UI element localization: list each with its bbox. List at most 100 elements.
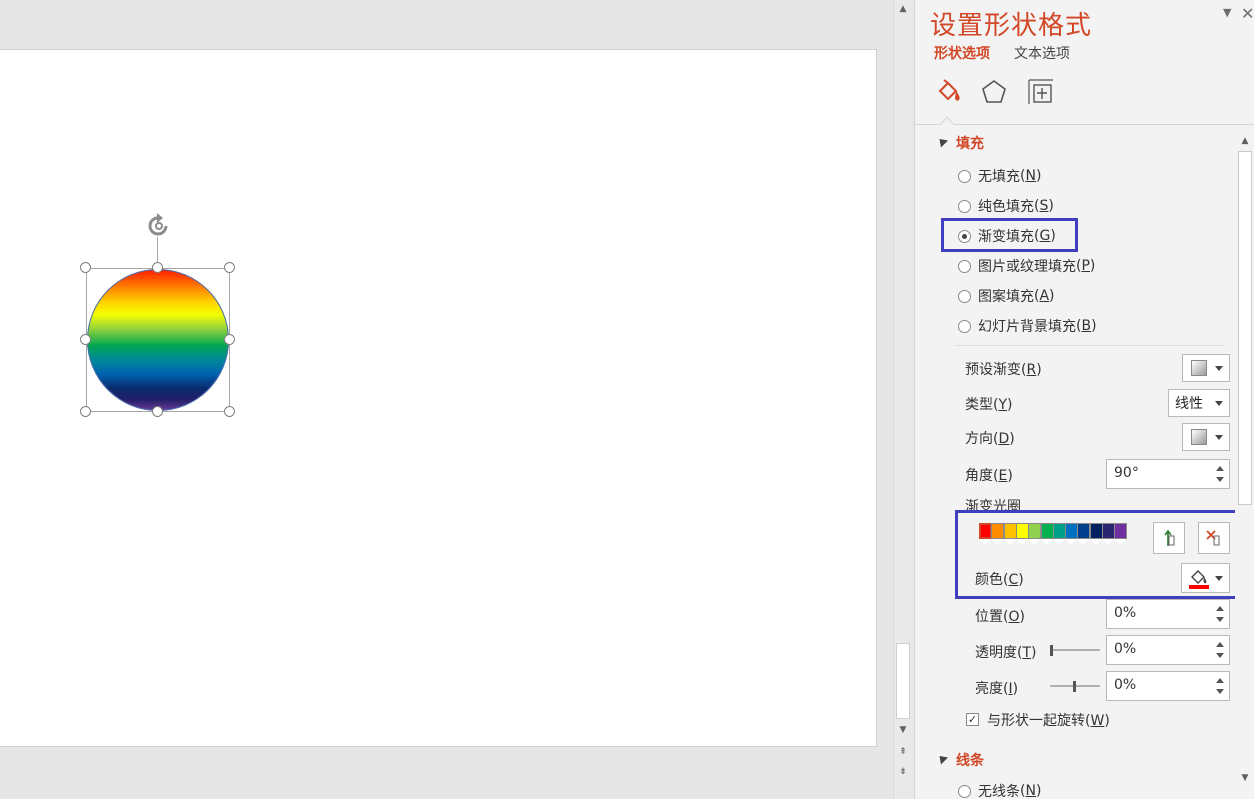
angle-value[interactable]: 90° (1114, 465, 1139, 481)
tab-shape-options[interactable]: 形状选项 (934, 43, 990, 63)
pane-options-icon[interactable]: ▼ (1223, 6, 1231, 19)
radio-button[interactable] (958, 199, 971, 213)
gradient-stop-color (1102, 523, 1115, 539)
gradient-stop-pointer (991, 539, 1004, 545)
spin-up-icon[interactable] (1216, 678, 1224, 683)
position-spinner[interactable]: 0% (1106, 599, 1230, 629)
gradient-stop-8[interactable] (1065, 523, 1079, 545)
transparency-slider-thumb[interactable] (1050, 645, 1053, 656)
pane-scroll-thumb[interactable] (1238, 151, 1252, 505)
resize-handle-right[interactable] (224, 334, 235, 345)
paint-bucket-icon (1189, 570, 1209, 589)
close-icon[interactable]: ✕ (1241, 4, 1254, 23)
gradient-stop-11[interactable] (1102, 523, 1115, 545)
gradient-stop-5[interactable] (1028, 523, 1042, 545)
color-label: 颜色(C) (975, 572, 1024, 588)
gradient-stop-pointer (1003, 539, 1016, 545)
gradient-stop-pointer (1077, 539, 1090, 545)
fill-section-title[interactable]: 填充 (956, 133, 984, 153)
gradient-stop-2[interactable] (991, 523, 1005, 545)
resize-handle-top-right[interactable] (224, 262, 235, 273)
gradient-stop-color (979, 523, 992, 539)
gradient-stop-12[interactable] (1114, 523, 1128, 545)
spin-down-icon[interactable] (1216, 689, 1224, 694)
slide-vertical-scrollbar[interactable]: ▲ ▼ ⇞ ⇟ (893, 0, 913, 799)
gradient-fill-highlight (941, 218, 1078, 252)
gradient-stop-7[interactable] (1052, 523, 1066, 545)
gradient-stop-4[interactable] (1015, 523, 1029, 545)
radio-solid-fill[interactable]: 纯色填充(S) (958, 196, 1054, 216)
gradient-stop-3[interactable] (1003, 523, 1017, 545)
chevron-down-icon (1215, 575, 1223, 581)
resize-handle-left[interactable] (80, 334, 91, 345)
line-collapse-icon[interactable] (935, 752, 949, 765)
radio-button[interactable] (958, 169, 971, 183)
gradient-stop-color (1015, 523, 1029, 539)
brightness-value[interactable]: 0% (1114, 677, 1136, 693)
transparency-value[interactable]: 0% (1114, 641, 1136, 657)
gradient-stop-10[interactable] (1089, 523, 1103, 545)
scroll-thumb[interactable] (896, 643, 910, 719)
gradient-stop-1[interactable] (979, 523, 992, 545)
resize-handle-bottom-right[interactable] (224, 406, 235, 417)
scroll-up-icon[interactable]: ▲ (896, 2, 910, 16)
brightness-label: 亮度(I) (975, 681, 1019, 697)
resize-handle-top[interactable] (152, 262, 163, 273)
color-dropdown[interactable] (1181, 563, 1230, 593)
spin-down-icon[interactable] (1216, 617, 1224, 622)
add-gradient-stop-button[interactable] (1153, 522, 1185, 554)
radio-pattern-fill[interactable]: 图案填充(A) (958, 286, 1055, 306)
spin-up-icon[interactable] (1216, 466, 1224, 471)
angle-label: 角度(E) (965, 468, 1013, 484)
pane-scrollbar[interactable]: ▲ ▼ (1235, 133, 1254, 799)
gradient-stop-9[interactable] (1077, 523, 1091, 545)
previous-slide-icon[interactable]: ⇞ (896, 745, 910, 759)
gradient-stop-color (1052, 523, 1066, 539)
gradient-stop-pointer (1052, 539, 1065, 545)
resize-handle-top-left[interactable] (80, 262, 91, 273)
brightness-slider-thumb[interactable] (1073, 681, 1076, 692)
spin-up-icon[interactable] (1216, 606, 1224, 611)
remove-gradient-stop-button[interactable] (1198, 522, 1230, 554)
spin-down-icon[interactable] (1216, 653, 1224, 658)
radio-no-fill[interactable]: 无填充(N) (958, 166, 1041, 186)
size-properties-icon[interactable] (1026, 77, 1056, 107)
spin-down-icon[interactable] (1216, 477, 1224, 482)
fill-collapse-icon[interactable] (935, 135, 949, 148)
next-slide-icon[interactable]: ⇟ (896, 765, 910, 779)
effects-pentagon-icon[interactable] (979, 77, 1009, 107)
type-dropdown[interactable]: 线性 (1168, 389, 1230, 417)
fill-line-icon[interactable] (934, 77, 964, 107)
direction-dropdown[interactable] (1182, 423, 1230, 451)
scroll-down-icon[interactable]: ▼ (896, 723, 910, 737)
spin-up-icon[interactable] (1216, 642, 1224, 647)
transparency-spinner[interactable]: 0% (1106, 635, 1230, 665)
gradient-stop-6[interactable] (1040, 523, 1054, 545)
divider (955, 345, 1223, 346)
scroll-up-icon[interactable]: ▲ (1238, 134, 1252, 148)
radio-picture-texture-fill[interactable]: 图片或纹理填充(P) (958, 256, 1095, 276)
gradient-swatch-icon (1191, 429, 1207, 445)
scroll-down-icon[interactable]: ▼ (1238, 771, 1252, 785)
resize-handle-bottom-left[interactable] (80, 406, 91, 417)
tab-text-options[interactable]: 文本选项 (1014, 43, 1070, 63)
rotate-with-shape-checkbox[interactable]: ✓ (966, 713, 979, 726)
radio-button[interactable] (958, 289, 971, 303)
rotate-handle-icon[interactable] (143, 210, 175, 242)
brightness-spinner[interactable]: 0% (1106, 671, 1230, 701)
radio-no-line[interactable]: 无线条(N) (958, 781, 1041, 799)
transparency-slider[interactable] (1050, 649, 1100, 651)
preset-gradient-dropdown[interactable] (1182, 354, 1230, 382)
position-label: 位置(O) (975, 609, 1025, 625)
remove-stop-icon (1206, 530, 1220, 546)
selected-category-pointer (940, 116, 954, 125)
line-section-title[interactable]: 线条 (956, 750, 984, 770)
preset-gradient-label: 预设渐变(R) (965, 362, 1042, 378)
radio-button[interactable] (958, 319, 971, 333)
resize-handle-bottom[interactable] (152, 406, 163, 417)
angle-spinner[interactable]: 90° (1106, 459, 1230, 489)
position-value[interactable]: 0% (1114, 605, 1136, 621)
radio-button[interactable] (958, 259, 971, 273)
radio-button[interactable] (958, 784, 971, 798)
radio-slide-background-fill[interactable]: 幻灯片背景填充(B) (958, 316, 1097, 336)
